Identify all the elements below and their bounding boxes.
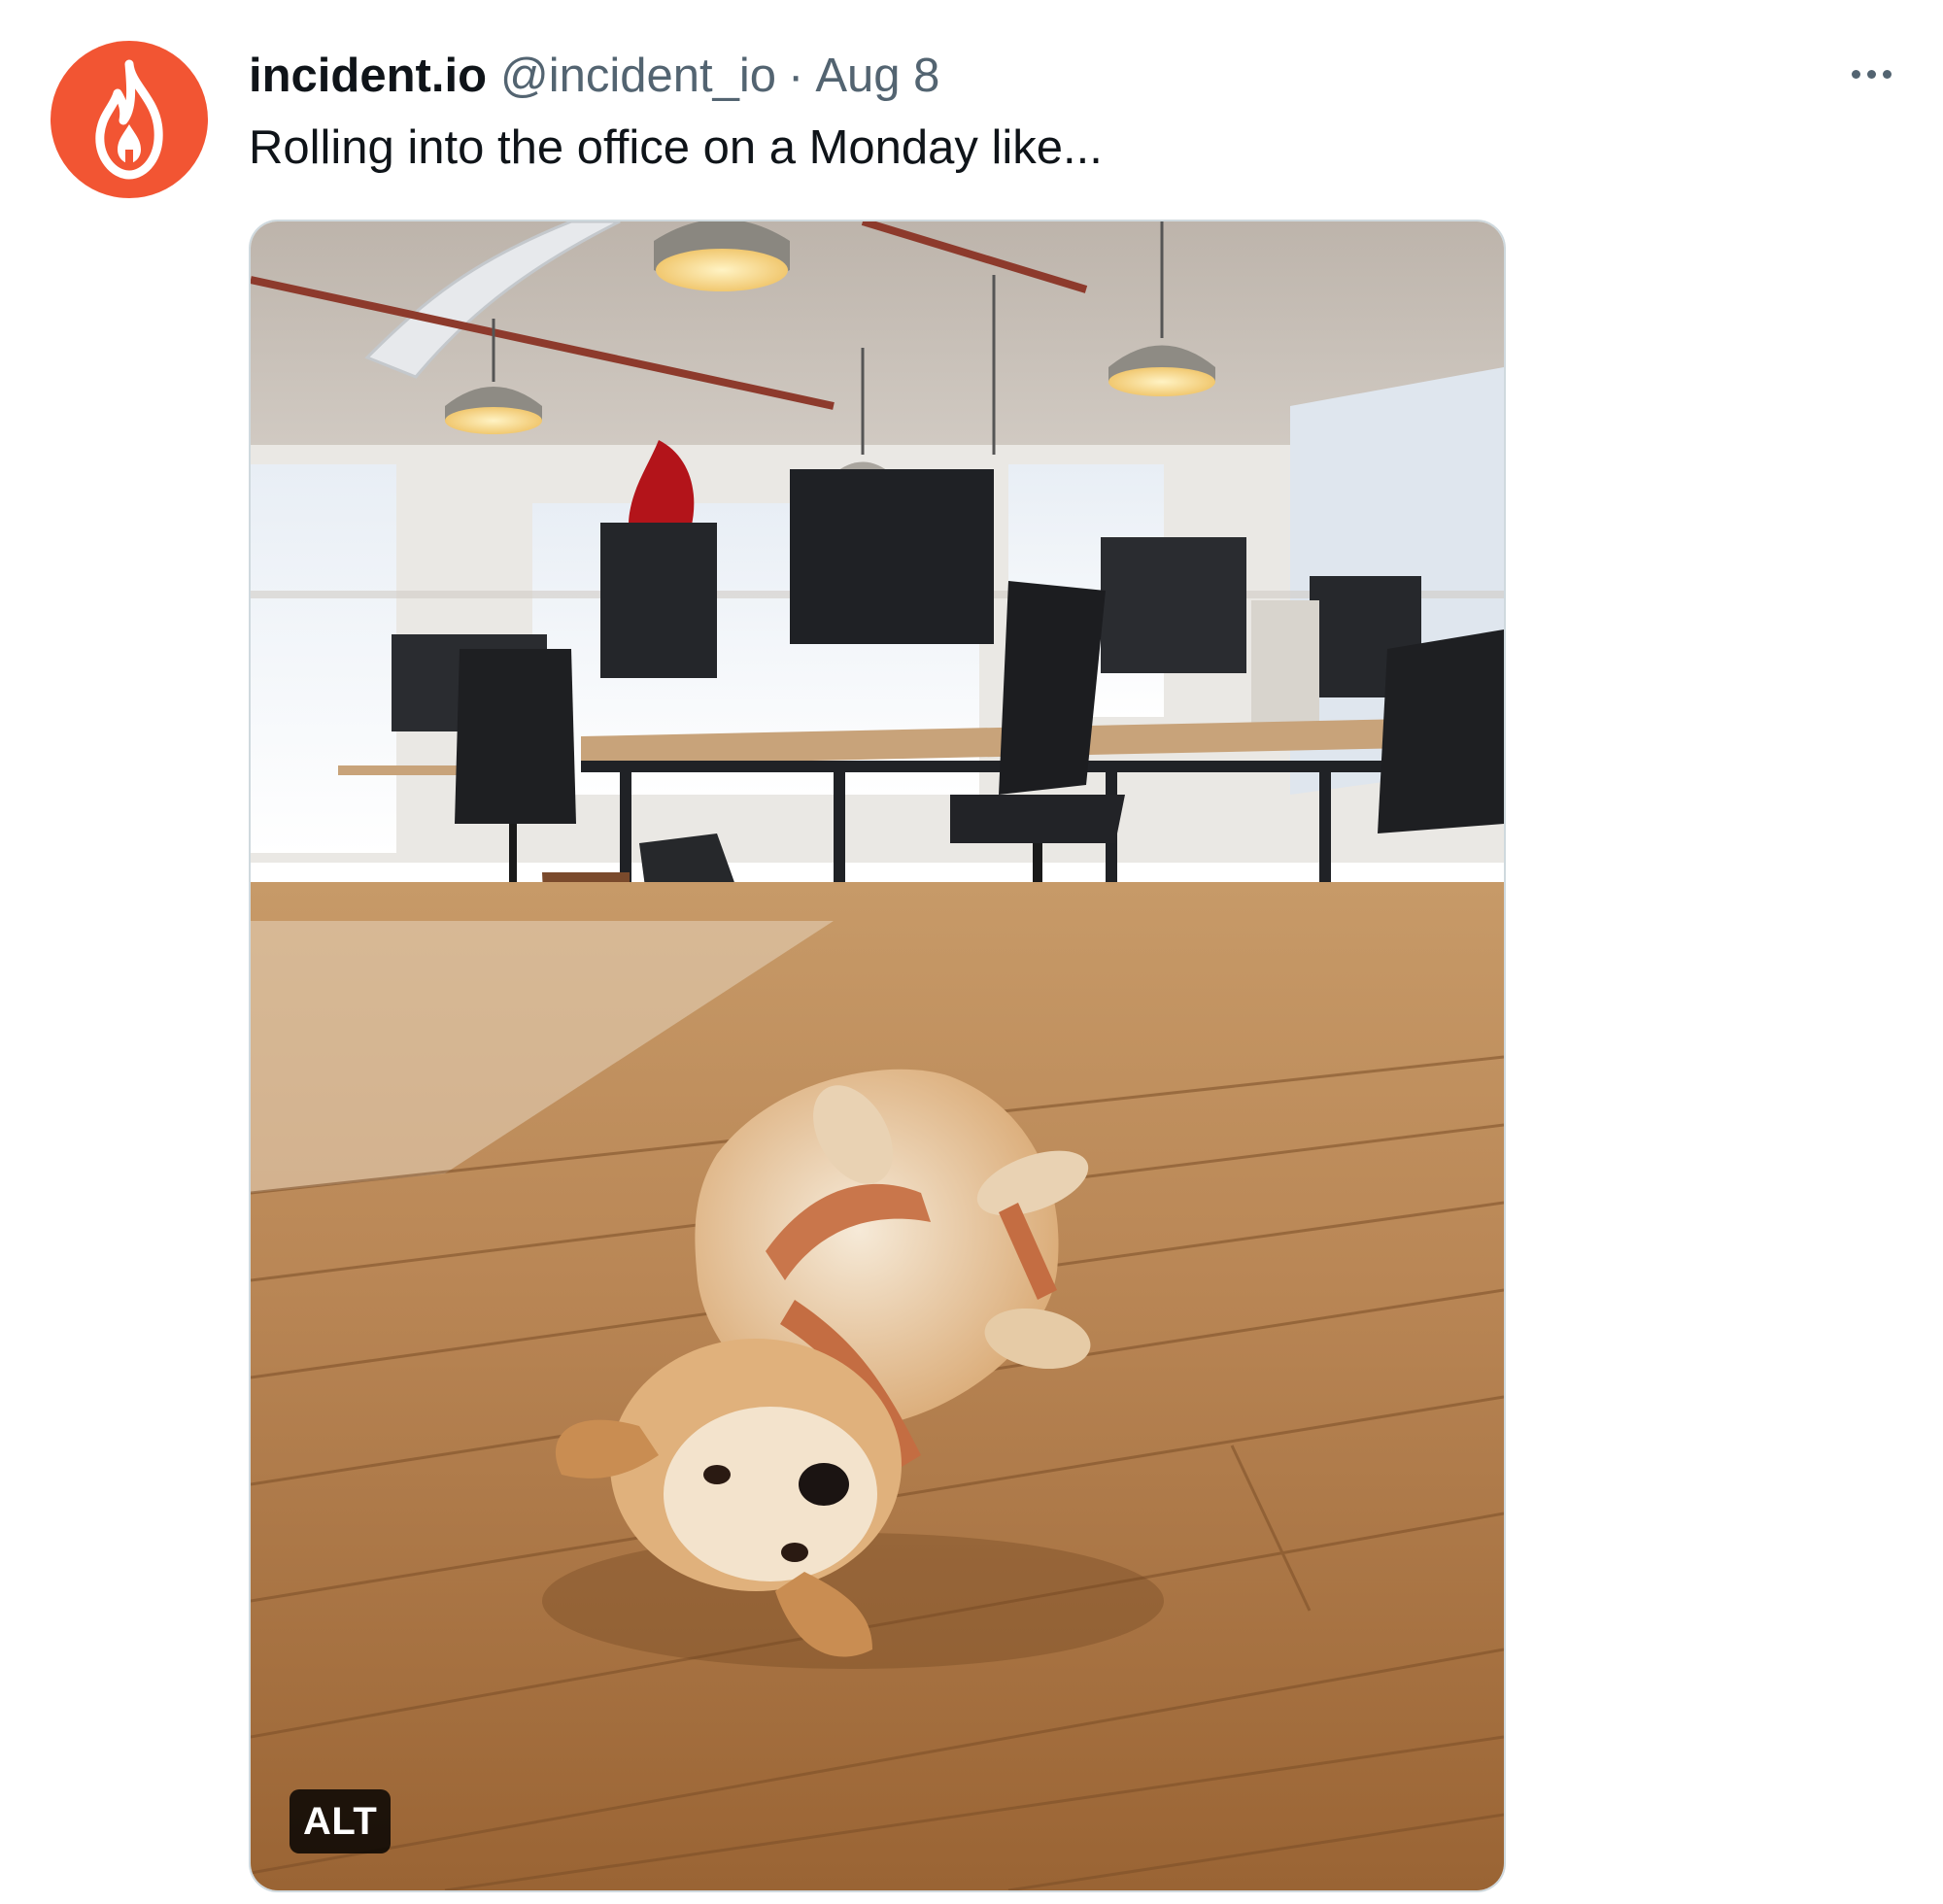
avatar[interactable] (51, 41, 208, 198)
more-horizontal-icon-dot (1866, 69, 1876, 79)
flame-logo-icon (95, 59, 163, 180)
header-separator: · (788, 50, 804, 102)
tweet-date[interactable]: Aug 8 (815, 45, 939, 107)
more-options-button[interactable] (1836, 47, 1906, 101)
tweet-text: Rolling into the office on a Monday like… (249, 121, 1103, 174)
tweet-photo[interactable]: ALT (249, 220, 1506, 1892)
more-horizontal-icon (1851, 69, 1860, 79)
tweet-header: incident.io @incident_io · Aug 8 (249, 45, 939, 107)
author-handle[interactable]: @incident_io (500, 45, 776, 107)
more-horizontal-icon-dot (1882, 69, 1892, 79)
alt-text-badge[interactable]: ALT (290, 1789, 392, 1853)
photo-corgi-office (251, 221, 1504, 1890)
author-display-name[interactable]: incident.io (249, 45, 487, 107)
